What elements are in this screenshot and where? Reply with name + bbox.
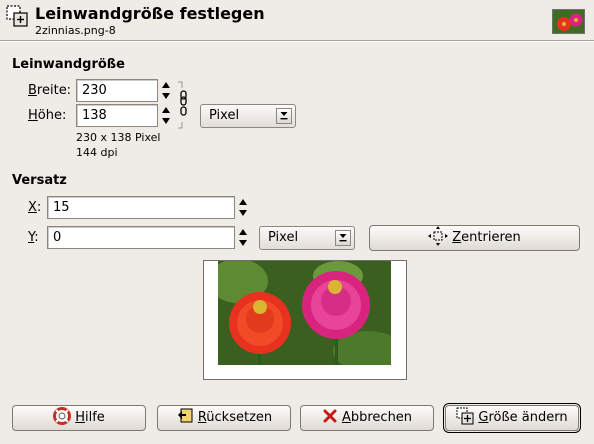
dropdown-arrow-icon <box>335 230 351 246</box>
width-input[interactable]: 230 <box>76 79 158 102</box>
offset-x-label: X: <box>28 200 42 215</box>
offset-unit-value: Pixel <box>268 230 299 245</box>
resize-label: Größe ändern <box>478 410 568 425</box>
size-unit-select[interactable]: Pixel <box>200 104 296 128</box>
canvas-size-icon <box>456 407 474 430</box>
height-spinner[interactable] <box>159 104 173 127</box>
offset-section-title: Versatz <box>12 173 67 188</box>
image-thumbnail <box>552 9 585 34</box>
dropdown-arrow-icon <box>276 108 292 124</box>
resolution-info: 144 dpi <box>76 146 118 159</box>
help-label: Hilfe <box>75 410 105 425</box>
canvas-size-section-title: Leinwandgröße <box>12 57 125 72</box>
center-label: Zentrieren <box>452 230 521 245</box>
offset-preview[interactable] <box>203 260 407 380</box>
height-input[interactable]: 138 <box>76 104 158 127</box>
offset-y-label: Y: <box>28 230 39 245</box>
image-name: 2zinnias.png-8 <box>35 24 116 37</box>
offset-x-spinner[interactable] <box>236 196 250 219</box>
offset-y-spinner[interactable] <box>236 226 250 249</box>
cancel-label: Abbrechen <box>341 410 413 425</box>
chain-link-icon[interactable] <box>176 80 190 130</box>
width-label: Breite: <box>28 83 72 98</box>
size-info: 230 x 138 Pixel <box>76 131 161 144</box>
header-separator <box>0 40 594 42</box>
canvas-size-icon <box>6 5 28 27</box>
cancel-button[interactable]: Abbrechen <box>300 405 434 431</box>
reset-button[interactable]: Rücksetzen <box>157 405 291 431</box>
resize-button[interactable]: Größe ändern <box>443 403 581 433</box>
reset-icon <box>176 407 194 430</box>
center-button[interactable]: Zentrieren <box>369 225 580 251</box>
size-unit-value: Pixel <box>209 108 240 123</box>
offset-y-input[interactable]: 0 <box>47 226 235 249</box>
offset-unit-select[interactable]: Pixel <box>259 226 355 250</box>
dialog-title: Leinwandgröße festlegen <box>35 4 265 23</box>
help-icon <box>53 406 72 430</box>
offset-x-input[interactable]: 15 <box>47 196 235 219</box>
preview-image <box>208 261 403 371</box>
help-button[interactable]: Hilfe <box>12 405 146 431</box>
center-icon <box>428 225 449 251</box>
cancel-icon <box>322 408 338 429</box>
width-spinner[interactable] <box>159 79 173 102</box>
height-label: Höhe: <box>28 108 67 123</box>
reset-label: Rücksetzen <box>197 410 273 425</box>
